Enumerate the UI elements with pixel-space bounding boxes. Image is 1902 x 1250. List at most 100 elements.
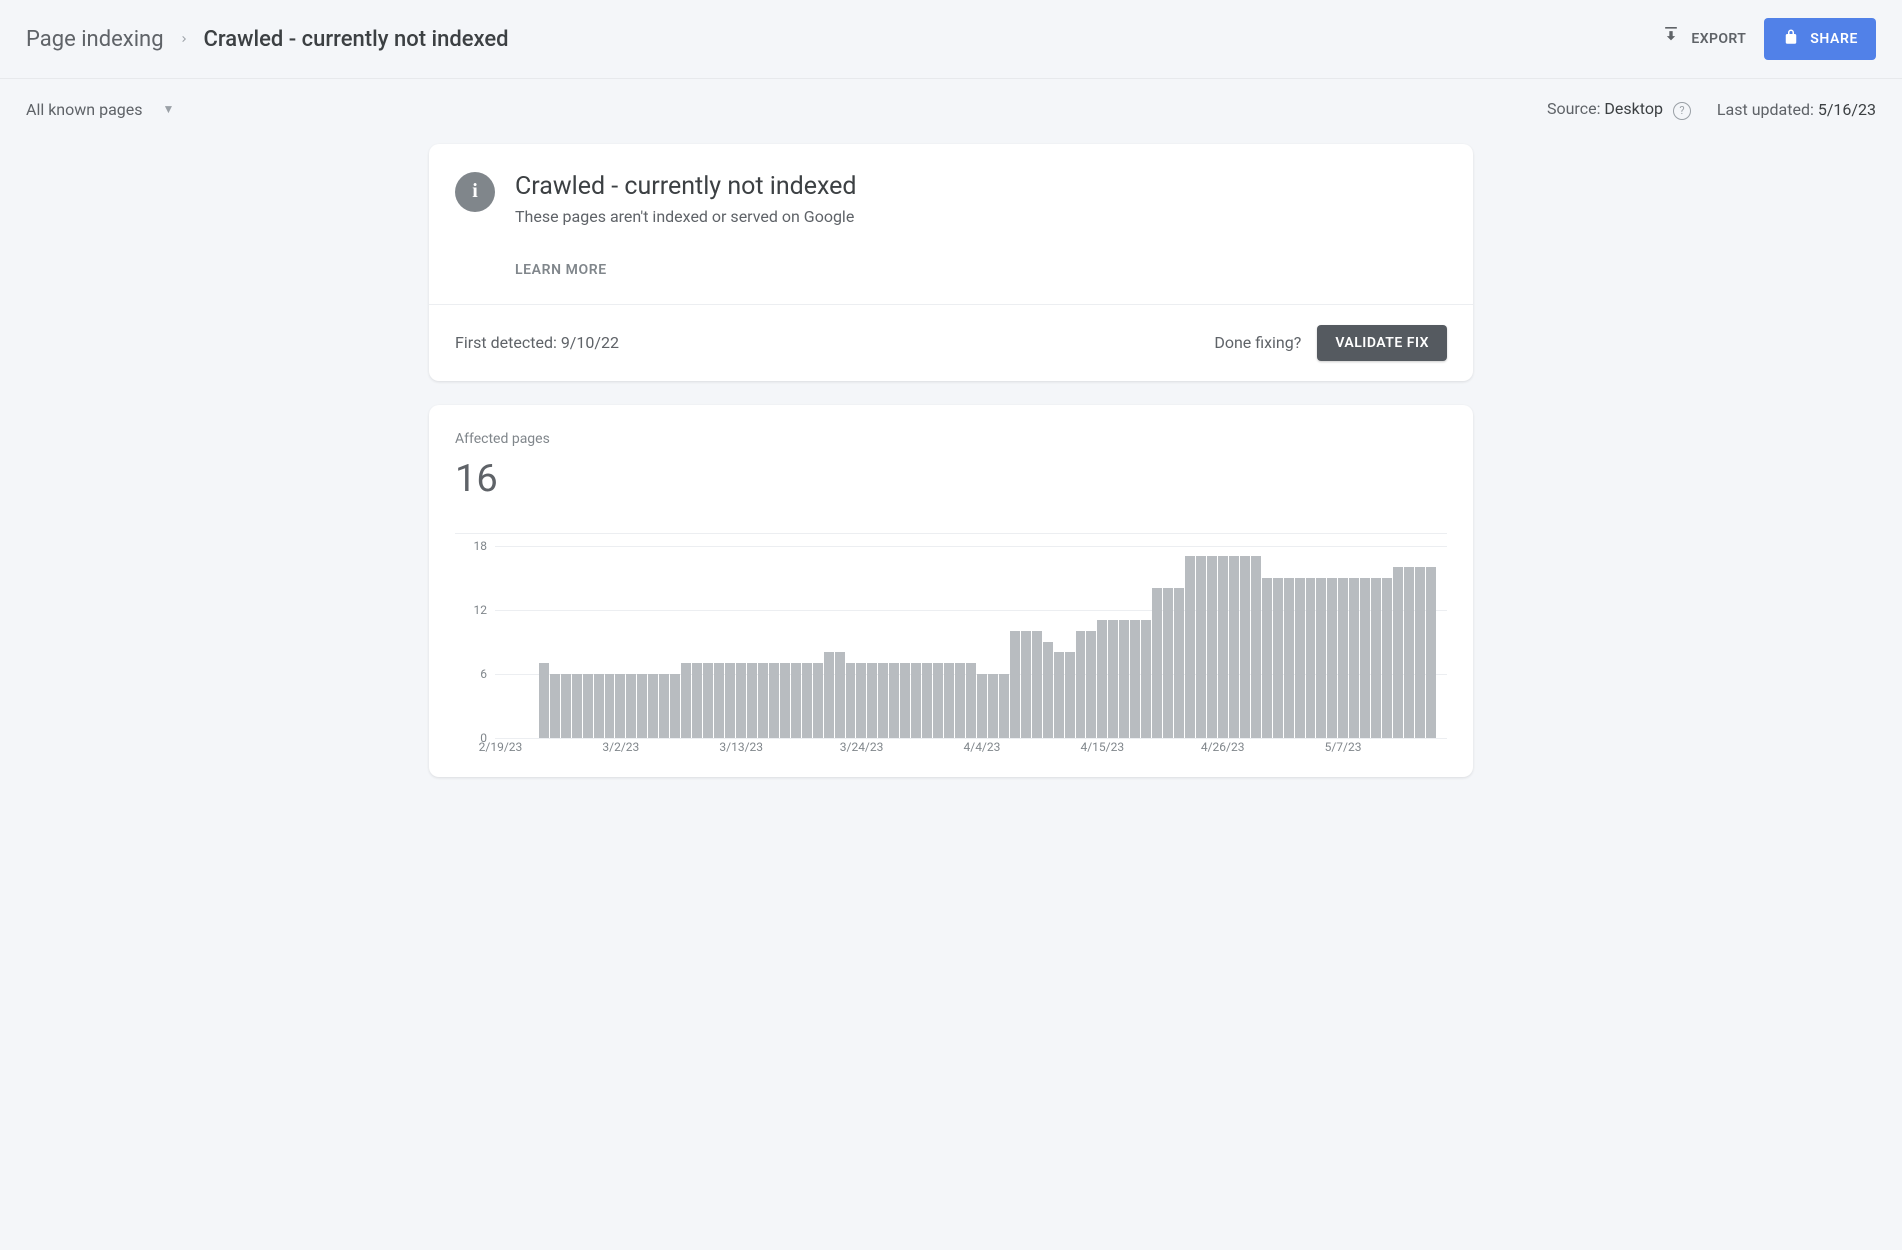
chart-bar [1240, 556, 1250, 737]
chart-bar [955, 663, 965, 738]
chart-bar [922, 663, 932, 738]
chart-bar [1207, 556, 1217, 737]
chart-bar [1262, 578, 1272, 738]
chart-x-tick: 4/15/23 [1080, 740, 1124, 754]
chart-bar [1273, 578, 1283, 738]
learn-more-link[interactable]: LEARN MORE [515, 262, 607, 278]
help-icon[interactable]: ? [1673, 102, 1691, 120]
chart-bar [626, 674, 636, 738]
chart-bar [813, 663, 823, 738]
info-icon: i [455, 172, 495, 212]
chart-bar [736, 663, 746, 738]
done-fixing-text: Done fixing? [1214, 333, 1301, 352]
header-actions: EXPORT SHARE [1661, 18, 1876, 60]
chart-bar [911, 663, 921, 738]
chart-bar [1316, 578, 1326, 738]
chart-bar [835, 652, 845, 737]
chart-bar [561, 674, 571, 738]
chart-bar [539, 663, 549, 738]
chart-bar [769, 663, 779, 738]
chart-x-tick: 3/24/23 [840, 740, 884, 754]
export-button[interactable]: EXPORT [1661, 27, 1746, 51]
chart-bar [1327, 578, 1337, 738]
chart-bar [999, 674, 1009, 738]
first-detected-text: First detected: 9/10/22 [455, 333, 619, 352]
chart-bar [1163, 588, 1173, 737]
chart-x-tick: 4/26/23 [1201, 740, 1245, 754]
chart-bar [933, 663, 943, 738]
chart-bar [878, 663, 888, 738]
lock-icon [1782, 28, 1800, 50]
chart-bar [747, 663, 757, 738]
download-icon [1661, 27, 1681, 51]
issue-info-card: i Crawled - currently not indexed These … [429, 144, 1473, 381]
validate-fix-button[interactable]: VALIDATE FIX [1317, 325, 1447, 361]
chart-bar [780, 663, 790, 738]
chart-area: 2/19/233/2/233/13/233/24/234/4/234/15/23… [455, 533, 1447, 761]
first-detected-value: 9/10/22 [561, 333, 619, 352]
breadcrumb-current: Crawled - currently not indexed [204, 27, 509, 52]
chart-bar [1251, 556, 1261, 737]
breadcrumb-root[interactable]: Page indexing [26, 27, 164, 52]
chart-y-tick: 12 [455, 603, 487, 617]
chart-bar [637, 674, 647, 738]
chart-bar [1404, 567, 1414, 738]
chart-bar [1295, 578, 1305, 738]
issue-title: Crawled - currently not indexed [515, 172, 857, 201]
chart-bar [1229, 556, 1239, 737]
chart-bar [572, 674, 582, 738]
chart-bar [846, 663, 856, 738]
updated-value: 5/16/23 [1818, 100, 1876, 119]
chart-bar [615, 674, 625, 738]
chart-bar [758, 663, 768, 738]
chart-bar [1284, 578, 1294, 738]
affected-pages-card: Affected pages 16 2/19/233/2/233/13/233/… [429, 405, 1473, 777]
chart-bar [605, 674, 615, 738]
chart-x-tick: 3/13/23 [719, 740, 763, 754]
breadcrumb: Page indexing Crawled - currently not in… [26, 27, 509, 52]
chart-bar [1119, 620, 1129, 737]
chart-bar [1097, 620, 1107, 737]
chart-bar [1338, 578, 1348, 738]
issue-subtitle: These pages aren't indexed or served on … [515, 207, 857, 226]
chart-bar [692, 663, 702, 738]
chart-x-tick: 5/7/23 [1325, 740, 1362, 754]
chart-bar [944, 663, 954, 738]
chart-bar [856, 663, 866, 738]
chart-bar [1306, 578, 1316, 738]
chart-bar [1086, 631, 1096, 738]
chart-bar [583, 674, 593, 738]
chart-bar [966, 663, 976, 738]
chart-bar [670, 674, 680, 738]
chart-bar [1130, 620, 1140, 737]
chart-bar [1415, 567, 1425, 738]
source-text: Source: Desktop ? [1547, 99, 1691, 120]
chart-bar [648, 674, 658, 738]
chart-x-axis: 2/19/233/2/233/13/233/24/234/4/234/15/23… [495, 740, 1447, 760]
chart-bar [1108, 620, 1118, 737]
chart-bar [802, 663, 812, 738]
chart-bar [1426, 567, 1436, 738]
chart-bar [1371, 578, 1381, 738]
source-prefix: Source: [1547, 99, 1604, 118]
chart-bar [594, 674, 604, 738]
chart-bar [1021, 631, 1031, 738]
chart-bar [1065, 652, 1075, 737]
chart-x-tick: 3/2/23 [602, 740, 639, 754]
page-filter-dropdown[interactable]: All known pages ▼ [26, 100, 174, 119]
chart-bar [1054, 652, 1064, 737]
chart-bar [1010, 631, 1020, 738]
chart-bar [714, 663, 724, 738]
share-button[interactable]: SHARE [1764, 18, 1876, 60]
filter-label: All known pages [26, 100, 143, 119]
share-label: SHARE [1810, 31, 1858, 47]
chart-bar [1152, 588, 1162, 737]
chart-bar [988, 674, 998, 738]
chart-bar [1360, 578, 1370, 738]
chart-bar [703, 663, 713, 738]
source-value: Desktop [1604, 99, 1663, 118]
chart-bar [681, 663, 691, 738]
chart-bar [1043, 642, 1053, 738]
chart-x-tick: 4/4/23 [963, 740, 1000, 754]
last-updated-text: Last updated: 5/16/23 [1717, 100, 1876, 119]
